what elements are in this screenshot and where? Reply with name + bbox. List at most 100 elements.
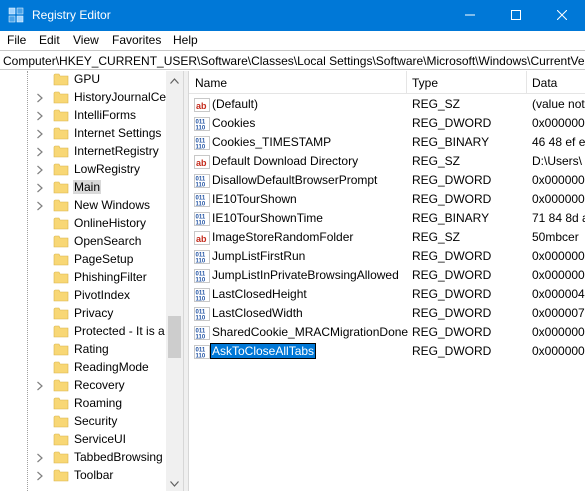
value-type: REG_DWORD (412, 306, 492, 320)
tree-item-label: Internet Settings (74, 126, 162, 140)
chevron-right-icon[interactable] (36, 182, 44, 193)
tree-item[interactable]: Privacy (0, 304, 166, 322)
rename-field[interactable]: AskToCloseAllTabs (209, 343, 317, 359)
value-type: REG_SZ (412, 230, 461, 244)
tree-item-label: GPU (74, 72, 101, 86)
list-row[interactable]: 011110LastClosedHeight REG_DWORD 0x0000046 (189, 285, 585, 304)
column-header-type[interactable]: Type (412, 71, 438, 94)
list-row[interactable]: ab Default Download Directory REG_SZ D:\Use… (189, 152, 585, 171)
tree-item[interactable]: ReadingMode (0, 358, 166, 376)
binary-value-icon: 011 110 (194, 344, 210, 360)
folder-icon (53, 179, 69, 195)
scroll-up-button[interactable] (166, 71, 183, 88)
list-row[interactable]: 011 110 JumpListInPrivateBrowsingAllowed RE… (189, 266, 585, 285)
minimize-button[interactable] (447, 0, 493, 31)
tree-item[interactable]: IntelliForms (0, 106, 166, 124)
list-row[interactable]: 011110IE10TourShown REG_DWORD 0x00000000 (189, 190, 585, 209)
tree-item[interactable]: Rating (0, 340, 166, 358)
tree-item[interactable]: Protected - It is a (0, 322, 166, 340)
chevron-right-icon[interactable] (36, 380, 44, 391)
column-separator[interactable] (406, 71, 407, 94)
chevron-right-icon[interactable] (36, 200, 44, 211)
list-row[interactable]: ab ImageStoreRandomFolder REG_SZ 50mbcer (189, 228, 585, 247)
tree-scrollbar[interactable] (166, 71, 183, 491)
chevron-right-icon[interactable] (36, 128, 44, 139)
tree-item[interactable]: Security (0, 412, 166, 430)
tree-item[interactable]: OnlineHistory (0, 214, 166, 232)
key-tree[interactable]: GPU HistoryJournalCe IntelliForms Internet … (0, 71, 183, 491)
menu-view[interactable]: View (73, 33, 99, 47)
tree-item-label: HistoryJournalCe (74, 90, 167, 104)
chevron-right-icon[interactable] (36, 164, 44, 175)
list-row[interactable]: 011 110 Cookies_TIMESTAMP REG_BINARY 46 48 e… (189, 133, 585, 152)
scroll-thumb[interactable] (168, 316, 181, 358)
maximize-button[interactable] (493, 0, 539, 31)
scroll-down-button[interactable] (166, 474, 183, 491)
tree-item[interactable]: HistoryJournalCe (0, 88, 166, 106)
folder-icon (53, 215, 69, 231)
list-row[interactable]: 011 110 AskToCloseAllTabs REG_DWORD 0x000000… (189, 342, 585, 361)
chevron-right-icon[interactable] (36, 110, 44, 121)
list-row[interactable]: 011 110 SharedCookie_MRACMigrationDone REG_… (189, 323, 585, 342)
list-row[interactable]: ab (Default) REG_SZ (value not set) (189, 95, 585, 114)
tree-item[interactable]: Roaming (0, 394, 166, 412)
tree-item[interactable]: GPU (0, 71, 166, 88)
tree-item-label: OnlineHistory (74, 216, 147, 230)
menu-file[interactable]: File (7, 33, 26, 47)
svg-text:110: 110 (196, 183, 206, 189)
tree-item[interactable]: Recovery (0, 376, 166, 394)
tree-item-label: Roaming (74, 396, 123, 410)
column-header-name[interactable]: Name (195, 71, 227, 94)
folder-icon (53, 125, 69, 141)
value-data: 0x00000000 (532, 192, 585, 206)
folder-icon (53, 395, 69, 411)
tree-item[interactable]: PageSetup (0, 250, 166, 268)
menu-help[interactable]: Help (173, 33, 198, 47)
list-row[interactable]: 011 110 DisallowDefaultBrowserPrompt REG_DW… (189, 171, 585, 190)
tree-item[interactable]: InternetRegistry (0, 142, 166, 160)
folder-icon (53, 71, 69, 87)
value-data: 0x00000000 (532, 173, 585, 187)
tree-item[interactable]: LowRegistry (0, 160, 166, 178)
tree-item[interactable]: ServiceUI (0, 430, 166, 448)
value-data: 71 84 8d a (532, 211, 585, 225)
chevron-right-icon[interactable] (36, 92, 44, 103)
folder-icon (53, 161, 69, 177)
binary-value-icon: 011 110 (194, 325, 210, 341)
value-name: SharedCookie_MRACMigrationDone (212, 325, 409, 339)
chevron-right-icon[interactable] (36, 470, 44, 481)
svg-text:110: 110 (196, 316, 206, 322)
tree-item[interactable]: New Windows (0, 196, 166, 214)
address-path[interactable]: Computer\HKEY_CURRENT_USER\Software\Clas… (3, 54, 585, 68)
registry-editor-icon (8, 7, 24, 23)
tree-item-label: Protected - It is a (74, 324, 165, 338)
folder-icon (53, 287, 69, 303)
menu-favorites[interactable]: Favorites (112, 33, 161, 47)
string-value-icon: ab (194, 97, 210, 113)
list-row[interactable]: 011110JumpListFirstRun REG_DWORD 0x0000000… (189, 247, 585, 266)
list-row[interactable]: 011 110 IE10TourShownTime REG_BINARY 71 84 8… (189, 209, 585, 228)
tree-item[interactable]: TabbedBrowsing (0, 448, 166, 466)
tree-item[interactable]: PhishingFilter (0, 268, 166, 286)
tree-item-label: ReadingMode (74, 360, 149, 374)
column-separator[interactable] (526, 71, 527, 94)
column-header-data[interactable]: Data (532, 71, 557, 94)
folder-icon (53, 449, 69, 465)
tree-item[interactable]: Main (0, 178, 166, 196)
title-bar[interactable]: Registry Editor (0, 0, 585, 31)
tree-item-label: OpenSearch (74, 234, 142, 248)
list-row[interactable]: 011110Cookies REG_DWORD 0x00000000 (189, 114, 585, 133)
chevron-right-icon[interactable] (36, 452, 44, 463)
chevron-right-icon[interactable] (36, 146, 44, 157)
close-button[interactable] (539, 0, 585, 31)
menu-edit[interactable]: Edit (39, 33, 60, 47)
folder-icon (53, 233, 69, 249)
list-row[interactable]: 011110LastClosedWidth REG_DWORD 0x0000078 (189, 304, 585, 323)
tree-item[interactable]: PivotIndex (0, 286, 166, 304)
menu-bar: File Edit View Favorites Help (0, 31, 585, 50)
address-bar[interactable]: Computer\HKEY_CURRENT_USER\Software\Clas… (0, 50, 585, 70)
tree-item[interactable]: Internet Settings (0, 124, 166, 142)
tree-item[interactable]: OpenSearch (0, 232, 166, 250)
tree-item[interactable]: Toolbar (0, 466, 166, 484)
values-list[interactable]: Name Type Data ab (Default) REG_SZ (value n… (189, 71, 585, 491)
